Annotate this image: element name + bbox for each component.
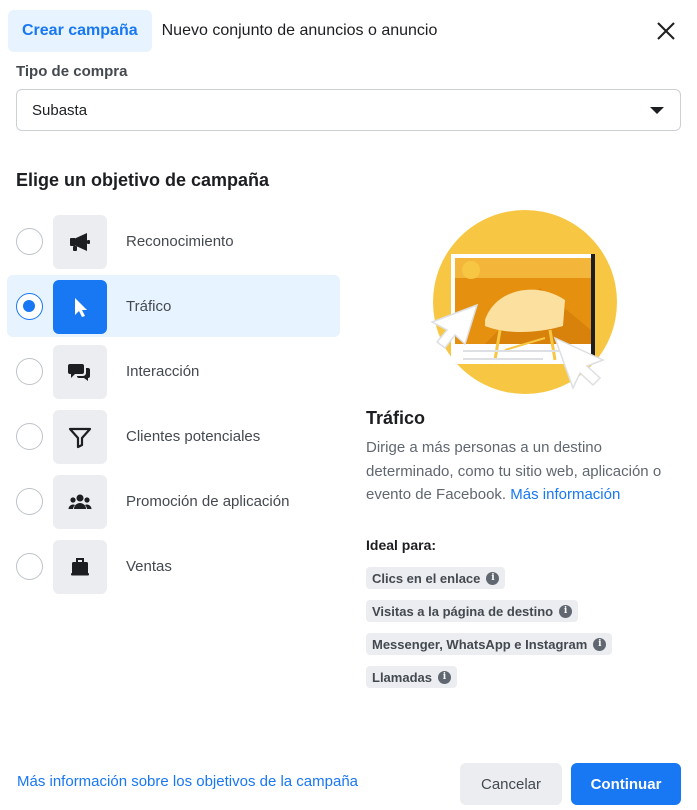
objective-list: Reconocimiento Tráfico Interacción Clien… (7, 210, 340, 600)
radio-button[interactable] (16, 423, 43, 450)
funnel-icon (53, 410, 107, 464)
buy-type-label: Tipo de compra (16, 63, 128, 80)
info-icon[interactable]: i (486, 571, 500, 585)
people-icon (53, 475, 107, 529)
objective-app-promotion[interactable]: Promoción de aplicación (7, 470, 340, 532)
ideal-chip: Visitas a la página de destino i (366, 600, 579, 622)
info-icon[interactable]: i (437, 670, 451, 684)
objective-label: Reconocimiento (126, 232, 234, 250)
chip-label: Clics en el enlace (372, 570, 481, 586)
radio-button[interactable] (16, 293, 43, 320)
objective-label: Clientes potenciales (126, 427, 261, 445)
detail-title: Tráfico (366, 408, 426, 428)
objective-traffic[interactable]: Tráfico (7, 275, 340, 337)
info-icon[interactable]: i (559, 604, 573, 618)
objective-label: Promoción de aplicación (126, 492, 290, 510)
objective-title: Elige un objetivo de campaña (16, 170, 270, 190)
megaphone-icon (53, 215, 107, 269)
chip-label: Messenger, WhatsApp e Instagram (372, 636, 588, 652)
tab-bar: Crear campaña Nuevo conjunto de anuncios… (8, 10, 451, 52)
buy-type-value: Subasta (32, 101, 88, 119)
info-icon[interactable]: i (593, 637, 607, 651)
chip-label: Visitas a la página de destino (372, 603, 554, 619)
objective-awareness[interactable]: Reconocimiento (7, 210, 340, 272)
radio-button[interactable] (16, 553, 43, 580)
chat-bubbles-icon (53, 345, 107, 399)
buy-type-select[interactable]: Subasta (16, 89, 681, 131)
learn-more-objectives-link[interactable]: Más información sobre los objetivos de l… (17, 773, 358, 790)
radio-button[interactable] (16, 358, 43, 385)
ideal-chip: Clics en el enlace i (366, 567, 506, 589)
ideal-for-list: Clics en el enlace i Visitas a la página … (366, 567, 613, 699)
objective-sales[interactable]: Ventas (7, 535, 340, 597)
objective-engagement[interactable]: Interacción (7, 340, 340, 402)
ideal-chip: Llamadas i (366, 666, 457, 688)
chip-label: Llamadas (372, 669, 432, 685)
briefcase-icon (53, 540, 107, 594)
ideal-for-label: Ideal para: (366, 537, 437, 553)
continue-button[interactable]: Continuar (571, 763, 681, 805)
objective-label: Tráfico (126, 297, 172, 315)
tab-create-campaign[interactable]: Crear campaña (8, 10, 152, 52)
caret-down-icon (650, 107, 664, 114)
objective-label: Ventas (126, 557, 172, 575)
cursor-icon (53, 280, 107, 334)
objective-label: Interacción (126, 362, 200, 380)
close-button[interactable] (653, 18, 679, 44)
objective-leads[interactable]: Clientes potenciales (7, 405, 340, 467)
radio-button[interactable] (16, 488, 43, 515)
tab-new-adset[interactable]: Nuevo conjunto de anuncios o anuncio (162, 10, 452, 52)
traffic-illustration (430, 210, 617, 394)
detail-description: Dirige a más personas a un destino deter… (366, 436, 666, 507)
more-info-link[interactable]: Más información (510, 486, 620, 503)
ideal-chip: Messenger, WhatsApp e Instagram i (366, 633, 613, 655)
radio-button[interactable] (16, 228, 43, 255)
cancel-button[interactable]: Cancelar (460, 763, 562, 805)
close-icon (657, 22, 675, 40)
